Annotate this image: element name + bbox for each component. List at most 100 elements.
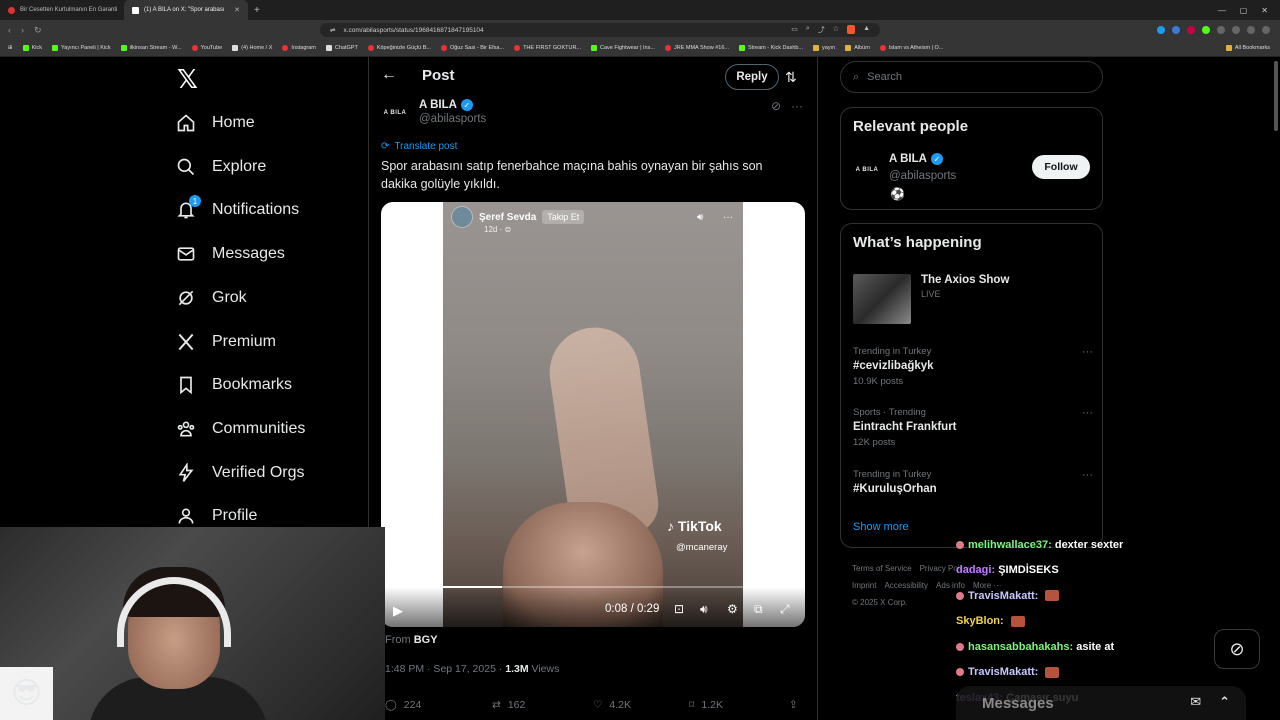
video-progress-bar[interactable] — [387, 586, 799, 588]
bookmark[interactable]: Köpeğinizle Güçlü B... — [367, 45, 431, 51]
trend-item[interactable]: Sports · Trending Eintracht Frankfurt 12… — [853, 407, 1093, 448]
new-tab-button[interactable]: + — [248, 5, 266, 16]
bookmark[interactable]: Yayıncı Paneli | Kick — [52, 45, 111, 51]
menu-icon[interactable] — [1262, 26, 1270, 34]
pip-icon[interactable]: ⧉ — [754, 602, 763, 617]
page-scrollbar[interactable] — [1272, 57, 1280, 720]
bookmark[interactable]: THE FIRST GOKTUR... — [514, 45, 581, 51]
like-action[interactable]: ♡ 4.2K — [593, 699, 689, 711]
x-logo-icon[interactable]: 𝕏 — [177, 65, 198, 95]
scrollbar-thumb[interactable] — [1274, 61, 1278, 131]
search-box[interactable]: ⌕ — [840, 61, 1103, 93]
all-bookmarks[interactable]: All Bookmarks — [1225, 45, 1280, 51]
nav-home[interactable]: Home — [176, 108, 255, 138]
bookmark[interactable]: ChatGPT — [325, 45, 358, 51]
more-icon[interactable]: ··· — [1082, 469, 1093, 481]
captions-icon[interactable]: ⊡ — [674, 602, 684, 616]
forward-icon[interactable]: › — [21, 25, 24, 36]
bookmark[interactable]: Oğuz Sasi - Bir Efsa... — [440, 45, 504, 51]
grok-floating-button[interactable]: ⊘ — [1214, 629, 1260, 669]
bookmark-folder[interactable]: yayın — [813, 45, 835, 51]
play-icon[interactable]: ▶ — [393, 603, 403, 619]
rewards-icon[interactable]: ▲ — [863, 25, 870, 35]
source-link[interactable]: BGY — [414, 634, 438, 646]
more-icon[interactable]: ··· — [1082, 407, 1093, 419]
avatar[interactable]: A BILA — [853, 156, 881, 184]
repost-action[interactable]: ⇄ 162 — [492, 699, 593, 711]
relevant-name[interactable]: A BILA ✓ — [889, 153, 943, 165]
relevant-handle[interactable]: @abilasports — [889, 170, 956, 182]
show-more-link[interactable]: Show more — [853, 521, 909, 533]
back-arrow-icon[interactable]: ← — [381, 66, 397, 84]
minimize-icon[interactable]: — — [1218, 6, 1226, 15]
close-window-icon[interactable]: ✕ — [1261, 6, 1268, 15]
screen-icon[interactable]: ▭ — [791, 25, 798, 35]
browser-tab-active[interactable]: (1) A BILA on X: "Spor arabası ✕ — [124, 0, 248, 20]
live-item[interactable]: The Axios Show LIVE — [853, 274, 1093, 324]
settings-gear-icon[interactable]: ⚙ — [727, 602, 738, 616]
bookmark[interactable]: Kick — [22, 45, 42, 51]
address-bar[interactable]: ⇌ x.com/abilasports/status/1968416871847… — [320, 23, 880, 37]
nav-notifications[interactable]: 1 Notifications — [176, 195, 299, 225]
compose-message-icon[interactable]: ✉ — [1190, 694, 1201, 710]
reload-icon[interactable]: ↻ — [34, 25, 42, 36]
bookmark[interactable]: Instagram — [282, 45, 316, 51]
footer-link[interactable]: Accessibility — [884, 581, 928, 590]
restore-icon[interactable]: ▢ — [1240, 6, 1248, 15]
extension-icon[interactable] — [1217, 26, 1225, 34]
extension-icon[interactable] — [1202, 26, 1210, 34]
bookmark-action[interactable]: ⌑ 1.2K — [689, 699, 789, 711]
reply-button[interactable]: Reply — [725, 64, 779, 90]
trend-item[interactable]: Trending in Turkey #cevizlibağkyk 10.9K … — [853, 346, 1093, 387]
nav-explore[interactable]: Explore — [176, 152, 266, 182]
follow-button[interactable]: Follow — [1032, 155, 1090, 179]
share-icon[interactable]: ⤴ — [818, 25, 825, 35]
reply-action[interactable]: ◯ 224 — [385, 699, 492, 711]
nav-communities[interactable]: Communities — [176, 414, 305, 444]
expand-icon[interactable]: ⌃ — [1219, 694, 1230, 710]
post-timestamp[interactable]: 1:48 PM · Sep 17, 2025 · — [385, 663, 502, 675]
close-tab-icon[interactable]: ✕ — [234, 6, 240, 14]
nav-messages[interactable]: Messages — [176, 239, 285, 269]
author-handle[interactable]: @abilasports — [419, 113, 486, 125]
search-input[interactable] — [867, 71, 1068, 83]
apps-icon[interactable]: ⊞ — [8, 45, 13, 51]
extension-icon[interactable] — [1172, 26, 1180, 34]
extension-icon[interactable] — [1157, 26, 1165, 34]
more-icon[interactable]: ··· — [791, 99, 803, 113]
extension-icon[interactable] — [1187, 26, 1195, 34]
bookmark[interactable]: ilkinsan Stream - W... — [120, 45, 182, 51]
fullscreen-icon[interactable]: ⤢ — [780, 602, 790, 617]
video-frame[interactable] — [443, 202, 743, 627]
bookmark[interactable]: Cave Fightwear | Ins... — [591, 45, 655, 51]
footer-link[interactable]: Imprint — [852, 581, 876, 590]
brave-shield-icon[interactable] — [847, 25, 856, 34]
site-info-icon[interactable]: ⇌ — [330, 26, 335, 34]
bookmark-folder[interactable]: Albüm — [845, 45, 870, 51]
more-icon[interactable]: ··· — [1082, 346, 1093, 358]
bookmark[interactable]: Stream - Kick Dashb... — [739, 45, 803, 51]
back-icon[interactable]: ‹ — [8, 25, 11, 36]
zoom-icon[interactable]: ⌕ — [806, 25, 810, 35]
translate-post-link[interactable]: ⟳ Translate post — [381, 141, 457, 152]
nav-premium[interactable]: Premium — [176, 327, 276, 357]
bookmark[interactable]: JRE MMA Show #16... — [664, 45, 729, 51]
author-name[interactable]: A BILA ✓ — [419, 99, 486, 111]
messages-drawer[interactable]: Messages ✉ ⌃ — [956, 686, 1246, 720]
bookmark[interactable]: YouTube — [191, 45, 222, 51]
browser-tab[interactable]: Bir Cesetten Kurtulmanın En Garanti — [0, 0, 124, 20]
grok-icon[interactable]: ⊘ — [771, 99, 781, 113]
video-player[interactable]: Şeref Sevda Takip Et 12d · ⊜ 🔊︎ ··· ♪ Ti… — [381, 202, 805, 627]
post-author[interactable]: A BILA A BILA ✓ @abilasports — [381, 99, 486, 127]
bookmark-star-icon[interactable]: ☆ — [833, 25, 839, 35]
footer-link[interactable]: Terms of Service — [852, 564, 912, 573]
bookmark[interactable]: (4) Home / X — [232, 45, 272, 51]
bookmark[interactable]: Islam vs Atheism | O... — [879, 45, 943, 51]
avatar[interactable]: A BILA — [381, 99, 409, 127]
nav-grok[interactable]: Grok — [176, 283, 247, 313]
extension-icon[interactable] — [1232, 26, 1240, 34]
trend-item[interactable]: Trending in Turkey #KuruluşOrhan ··· — [853, 469, 1093, 499]
sliders-icon[interactable]: ⇅ — [785, 69, 797, 86]
volume-icon[interactable]: 🔊︎ — [700, 602, 708, 617]
nav-verified-orgs[interactable]: Verified Orgs — [176, 458, 304, 488]
